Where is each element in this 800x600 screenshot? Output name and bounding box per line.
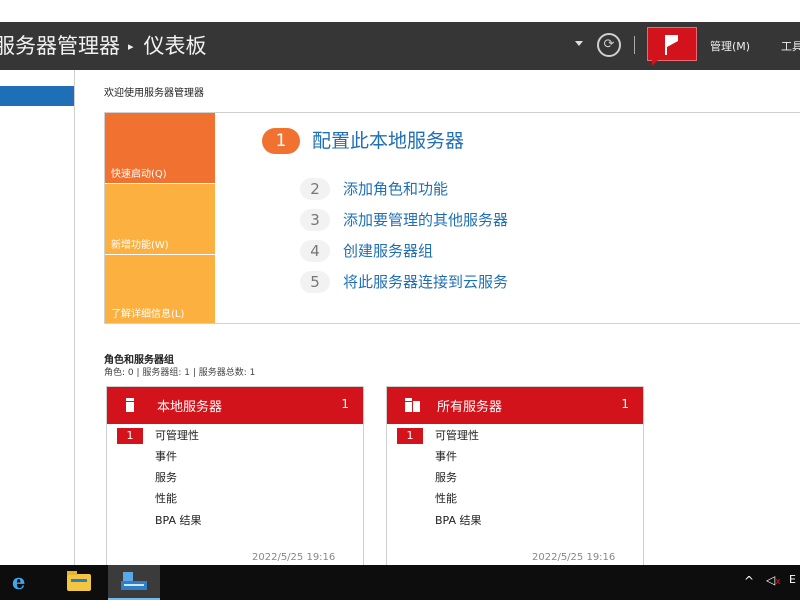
breadcrumb: 服务器管理器 ▸ 仪表板 xyxy=(0,30,207,60)
welcome-title: 欢迎使用服务器管理器 xyxy=(104,88,204,99)
alert-badge: 1 xyxy=(397,428,423,444)
refresh-icon[interactable]: ⟳ xyxy=(597,33,621,57)
left-nav xyxy=(0,70,75,565)
top-strip xyxy=(0,0,800,22)
server-manager-icon xyxy=(121,572,147,590)
card-row-bpa[interactable]: BPA 结果 xyxy=(107,513,357,531)
tile-whats-new[interactable]: 新增功能(W) xyxy=(105,184,215,254)
step-number: 1 xyxy=(262,128,300,154)
row-label: BPA 结果 xyxy=(155,514,202,527)
step-link[interactable]: 添加要管理的其他服务器 xyxy=(343,209,508,231)
step-link[interactable]: 将此服务器连接到云服务 xyxy=(343,271,508,293)
card-all-servers: 所有服务器 1 1 可管理性 事件 服务 性能 BPA 结果 2022/5/25… xyxy=(386,386,644,566)
breadcrumb-separator-icon: ▸ xyxy=(128,40,134,53)
row-label: 服务 xyxy=(435,471,457,484)
card-row-events[interactable]: 事件 xyxy=(387,449,637,467)
tile-learn-more[interactable]: 了解详细信息(L) xyxy=(105,255,215,323)
card-row-services[interactable]: 服务 xyxy=(107,470,357,488)
step-number: 5 xyxy=(300,271,330,293)
row-label: 可管理性 xyxy=(435,429,479,442)
roles-summary: 角色: 0 | 服务器组: 1 | 服务器总数: 1 xyxy=(104,368,256,378)
breadcrumb-app[interactable]: 服务器管理器 xyxy=(0,34,120,58)
card-count: 1 xyxy=(341,397,349,411)
step-number: 3 xyxy=(300,209,330,231)
nav-item-dashboard[interactable] xyxy=(0,86,74,106)
card-title: 本地服务器 xyxy=(157,400,223,415)
tray-show-hidden-icon[interactable]: ^ xyxy=(744,574,754,588)
tile-quick-start[interactable]: 快速启动(Q) xyxy=(105,113,215,183)
internet-explorer-icon[interactable]: e xyxy=(12,571,36,593)
card-row-bpa[interactable]: BPA 结果 xyxy=(387,513,637,531)
speaker-glyph: ◁ xyxy=(766,573,776,587)
folder-tab xyxy=(67,571,77,575)
row-label: 可管理性 xyxy=(155,429,199,442)
card-row-manageability[interactable]: 1 可管理性 xyxy=(387,428,637,446)
breadcrumb-page: 仪表板 xyxy=(143,34,207,58)
tile-label: 新增功能(W) xyxy=(111,240,169,251)
folder-band xyxy=(71,579,87,582)
step-link[interactable]: 添加角色和功能 xyxy=(343,178,448,200)
step-number: 4 xyxy=(300,240,330,262)
toolbar-divider xyxy=(634,36,635,54)
input-method-indicator[interactable]: E xyxy=(789,573,796,586)
card-row-events[interactable]: 事件 xyxy=(107,449,357,467)
row-label: 性能 xyxy=(155,492,177,505)
flag-tail xyxy=(652,60,658,66)
tile-label: 了解详细信息(L) xyxy=(111,309,185,320)
card-count: 1 xyxy=(621,397,629,411)
card-local-server: 本地服务器 1 1 可管理性 事件 服务 性能 BPA 结果 2022/5/25… xyxy=(106,386,364,566)
mute-x-icon: x xyxy=(775,577,781,587)
row-label: 事件 xyxy=(155,450,177,463)
card-row-performance[interactable]: 性能 xyxy=(107,491,357,509)
card-row-services[interactable]: 服务 xyxy=(387,470,637,488)
tile-label: 快速启动(Q) xyxy=(111,169,167,180)
chevron-down-icon[interactable] xyxy=(575,41,583,46)
row-label: 事件 xyxy=(435,450,457,463)
step-link[interactable]: 创建服务器组 xyxy=(343,240,433,262)
card-timestamp: 2022/5/25 19:16 xyxy=(252,552,336,563)
row-label: BPA 结果 xyxy=(435,514,482,527)
server-icon xyxy=(126,398,134,412)
server-manager-taskbar-button[interactable] xyxy=(108,565,160,600)
row-label: 服务 xyxy=(155,471,177,484)
card-row-manageability[interactable]: 1 可管理性 xyxy=(107,428,357,446)
card-timestamp: 2022/5/25 19:16 xyxy=(532,552,616,563)
title-bar: 服务器管理器 ▸ 仪表板 ⟳ 管理(M) 工具 xyxy=(0,22,800,70)
taskbar: e xyxy=(0,565,800,600)
card-title: 所有服务器 xyxy=(437,400,503,415)
step-number: 2 xyxy=(300,178,330,200)
flag-cloth xyxy=(667,35,678,47)
step-link[interactable]: 配置此本地服务器 xyxy=(312,128,464,154)
menu-manage[interactable]: 管理(M) xyxy=(710,38,750,54)
row-label: 性能 xyxy=(435,492,457,505)
card-header[interactable]: 本地服务器 1 xyxy=(107,387,363,424)
alert-badge: 1 xyxy=(117,428,143,444)
menu-tools[interactable]: 工具 xyxy=(781,38,800,54)
file-explorer-icon[interactable] xyxy=(67,571,91,591)
card-row-performance[interactable]: 性能 xyxy=(387,491,637,509)
roles-section-title: 角色和服务器组 xyxy=(104,355,174,366)
card-header[interactable]: 所有服务器 1 xyxy=(387,387,643,424)
server-group-icon xyxy=(405,398,420,412)
notifications-flag-button[interactable] xyxy=(647,27,697,66)
volume-muted-icon[interactable]: ◁x xyxy=(766,573,781,587)
